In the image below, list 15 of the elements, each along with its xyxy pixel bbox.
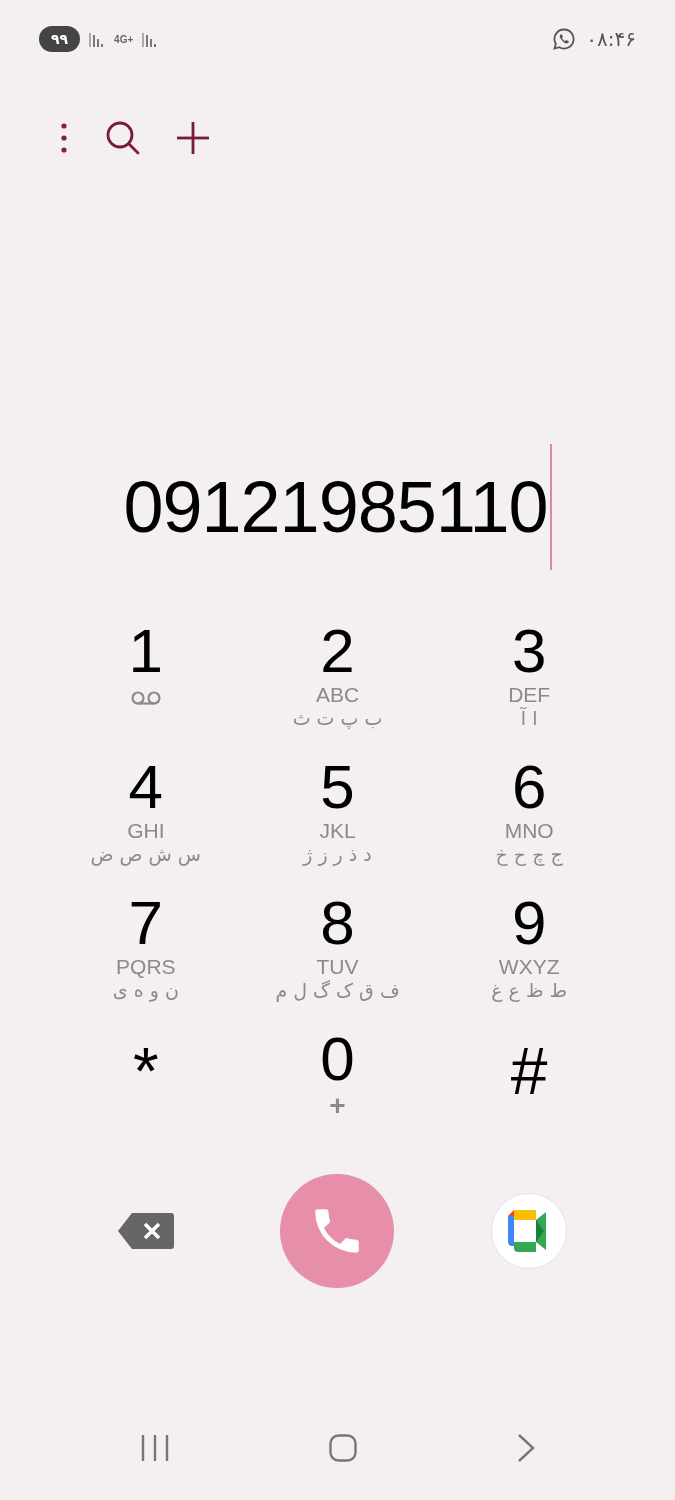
dial-key[interactable]: * bbox=[50, 1018, 242, 1154]
dial-key[interactable]: # bbox=[433, 1018, 625, 1154]
backspace-icon[interactable] bbox=[117, 1213, 174, 1249]
network-label: 4G+ bbox=[114, 32, 134, 47]
dial-key[interactable]: 0 + bbox=[241, 1018, 434, 1154]
voicemail-icon bbox=[129, 690, 162, 706]
clock: ۰۸:۴۶ bbox=[586, 26, 636, 53]
number-field[interactable]: 09121985110 bbox=[123, 444, 552, 570]
search-icon[interactable] bbox=[106, 121, 140, 155]
chat-bubble-icon bbox=[552, 27, 577, 51]
home-icon[interactable] bbox=[328, 1434, 357, 1462]
dial-key[interactable]: 1 bbox=[50, 610, 242, 746]
battery-indicator: ۹۹ bbox=[39, 26, 81, 52]
add-icon[interactable] bbox=[176, 121, 210, 155]
recent-apps-icon[interactable] bbox=[139, 1434, 170, 1462]
